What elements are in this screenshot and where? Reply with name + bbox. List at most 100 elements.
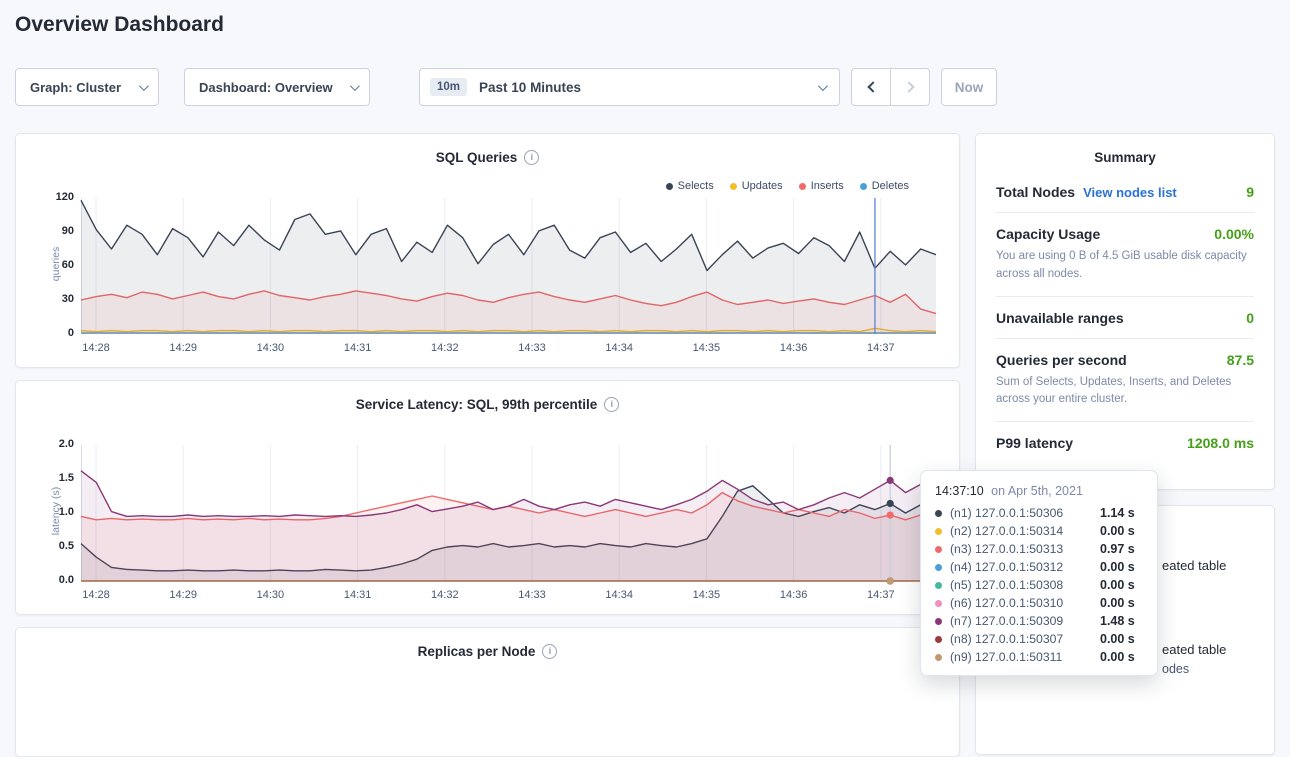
series-dot-icon xyxy=(935,654,942,661)
x-axis-tick: 14:37 xyxy=(853,342,909,354)
chart-title-text: Service Latency: SQL, 99th percentile xyxy=(356,397,598,412)
summary-row-p99-latency: P99 latency 1208.0 ms xyxy=(996,422,1254,463)
event-item-fragment[interactable]: eated table xyxy=(1162,558,1226,573)
time-range-badge: 10m xyxy=(430,78,467,96)
chevron-down-icon xyxy=(818,81,828,91)
chevron-down-icon xyxy=(139,81,149,91)
summary-value: 9 xyxy=(1246,184,1254,200)
chevron-left-icon xyxy=(867,81,878,92)
tooltip-node-label: (n5) 127.0.0.1:50308 xyxy=(950,578,1100,592)
tooltip-row: (n6) 127.0.0.1:503100.00 s xyxy=(935,594,1143,612)
tooltip-node-value: 0.00 s xyxy=(1100,524,1135,538)
tooltip-node-label: (n4) 127.0.0.1:50312 xyxy=(950,560,1100,574)
summary-panel: Summary Total Nodes View nodes list 9 Ca… xyxy=(975,133,1275,490)
tooltip-row: (n9) 127.0.0.1:503110.00 s xyxy=(935,648,1143,666)
service-latency-plot[interactable] xyxy=(81,445,936,581)
summary-label: P99 latency xyxy=(996,435,1073,451)
x-axis-tick: 14:32 xyxy=(417,589,473,601)
time-range-picker[interactable]: 10m Past 10 Minutes xyxy=(419,68,840,106)
legend-item[interactable]: Updates xyxy=(730,180,783,192)
summary-value: 0 xyxy=(1246,310,1254,326)
series-dot-icon xyxy=(935,564,942,571)
y-axis-tick: 120 xyxy=(30,191,74,203)
time-next-button[interactable] xyxy=(890,68,930,106)
summary-title: Summary xyxy=(996,150,1254,165)
time-prev-button[interactable] xyxy=(851,68,891,106)
tooltip-node-value: 1.14 s xyxy=(1100,506,1135,520)
summary-row-queries-per-second: Queries per second 87.5 Sum of Selects, … xyxy=(996,339,1254,423)
x-axis-tick: 14:28 xyxy=(68,589,124,601)
now-button[interactable]: Now xyxy=(941,68,997,106)
x-axis-tick: 14:30 xyxy=(242,342,298,354)
y-axis-tick: 60 xyxy=(30,259,74,271)
sql-queries-card: SQL Queries i SelectsUpdatesInsertsDelet… xyxy=(15,133,960,368)
tooltip-node-value: 0.97 s xyxy=(1100,542,1135,556)
time-range-label: Past 10 Minutes xyxy=(479,80,818,95)
info-icon[interactable]: i xyxy=(524,150,539,165)
x-axis-tick: 14:31 xyxy=(330,342,386,354)
chevron-right-icon xyxy=(903,81,914,92)
tooltip-node-value: 0.00 s xyxy=(1100,578,1135,592)
sql-queries-plot[interactable] xyxy=(81,198,936,334)
chart-tooltip: 14:37:10 on Apr 5th, 2021 (n1) 127.0.0.1… xyxy=(920,470,1158,676)
tooltip-rows: (n1) 127.0.0.1:503061.14 s(n2) 127.0.0.1… xyxy=(935,504,1143,666)
tooltip-node-value: 0.00 s xyxy=(1100,650,1135,664)
x-axis-tick: 14:36 xyxy=(766,342,822,354)
legend-dot-icon xyxy=(730,183,737,190)
tooltip-row: (n7) 127.0.0.1:503091.48 s xyxy=(935,612,1143,630)
info-icon[interactable]: i xyxy=(604,397,619,412)
series-dot-icon xyxy=(935,636,942,643)
x-axis-tick: 14:29 xyxy=(155,589,211,601)
info-icon[interactable]: i xyxy=(542,644,557,659)
series-dot-icon xyxy=(935,546,942,553)
chart-title-text: Replicas per Node xyxy=(418,644,536,659)
tooltip-node-label: (n1) 127.0.0.1:50306 xyxy=(950,506,1100,520)
tooltip-row: (n1) 127.0.0.1:503061.14 s xyxy=(935,504,1143,522)
x-axis-tick: 14:32 xyxy=(417,342,473,354)
view-nodes-link[interactable]: View nodes list xyxy=(1083,185,1177,200)
summary-label: Queries per second xyxy=(996,352,1127,368)
x-axis-tick: 14:28 xyxy=(68,342,124,354)
legend-item[interactable]: Deletes xyxy=(860,180,909,192)
tooltip-node-value: 0.00 s xyxy=(1100,560,1135,574)
tooltip-time: 14:37:10 xyxy=(935,484,984,498)
summary-label: Unavailable ranges xyxy=(996,310,1124,326)
dashboard-dropdown[interactable]: Dashboard: Overview xyxy=(184,68,370,106)
summary-description: Sum of Selects, Updates, Inserts, and De… xyxy=(996,374,1254,410)
event-item-fragment[interactable]: eated table xyxy=(1162,642,1226,657)
legend-dot-icon xyxy=(860,183,867,190)
summary-value: 1208.0 ms xyxy=(1187,435,1254,451)
summary-label: Total Nodes xyxy=(996,184,1075,200)
x-axis-tick: 14:37 xyxy=(853,589,909,601)
tooltip-node-label: (n2) 127.0.0.1:50314 xyxy=(950,524,1100,538)
series-dot-icon xyxy=(935,618,942,625)
graph-dropdown[interactable]: Graph: Cluster xyxy=(15,68,159,106)
tooltip-node-label: (n8) 127.0.0.1:50307 xyxy=(950,632,1100,646)
page-title: Overview Dashboard xyxy=(15,13,224,37)
tooltip-row: (n5) 127.0.0.1:503080.00 s xyxy=(935,576,1143,594)
series-dot-icon xyxy=(935,528,942,535)
tooltip-date: on Apr 5th, 2021 xyxy=(991,484,1083,498)
x-axis-tick: 14:29 xyxy=(155,342,211,354)
y-axis-tick: 2.0 xyxy=(30,438,74,450)
tooltip-node-label: (n6) 127.0.0.1:50310 xyxy=(950,596,1100,610)
service-latency-card: Service Latency: SQL, 99th percentile i … xyxy=(15,380,960,615)
chart-legend: Selects Updates Inserts Deletes xyxy=(666,180,909,192)
dashboard-dropdown-label: Dashboard: Overview xyxy=(199,80,350,95)
series-dot-icon xyxy=(935,600,942,607)
x-axis-tick: 14:34 xyxy=(591,589,647,601)
summary-row-capacity-usage: Capacity Usage 0.00% You are using 0 B o… xyxy=(996,213,1254,297)
x-axis-tick: 14:35 xyxy=(678,589,734,601)
summary-label: Capacity Usage xyxy=(996,226,1100,242)
legend-item[interactable]: Selects xyxy=(666,180,714,192)
x-axis-tick: 14:30 xyxy=(242,589,298,601)
summary-row-total-nodes: Total Nodes View nodes list 9 xyxy=(996,171,1254,213)
tooltip-node-label: (n3) 127.0.0.1:50313 xyxy=(950,542,1100,556)
y-axis-tick: 90 xyxy=(30,225,74,237)
y-axis-tick: 30 xyxy=(30,293,74,305)
tooltip-row: (n3) 127.0.0.1:503130.97 s xyxy=(935,540,1143,558)
tooltip-node-value: 0.00 s xyxy=(1100,596,1135,610)
chevron-down-icon xyxy=(350,81,360,91)
legend-item[interactable]: Inserts xyxy=(799,180,844,192)
y-axis-tick: 0 xyxy=(30,327,74,339)
